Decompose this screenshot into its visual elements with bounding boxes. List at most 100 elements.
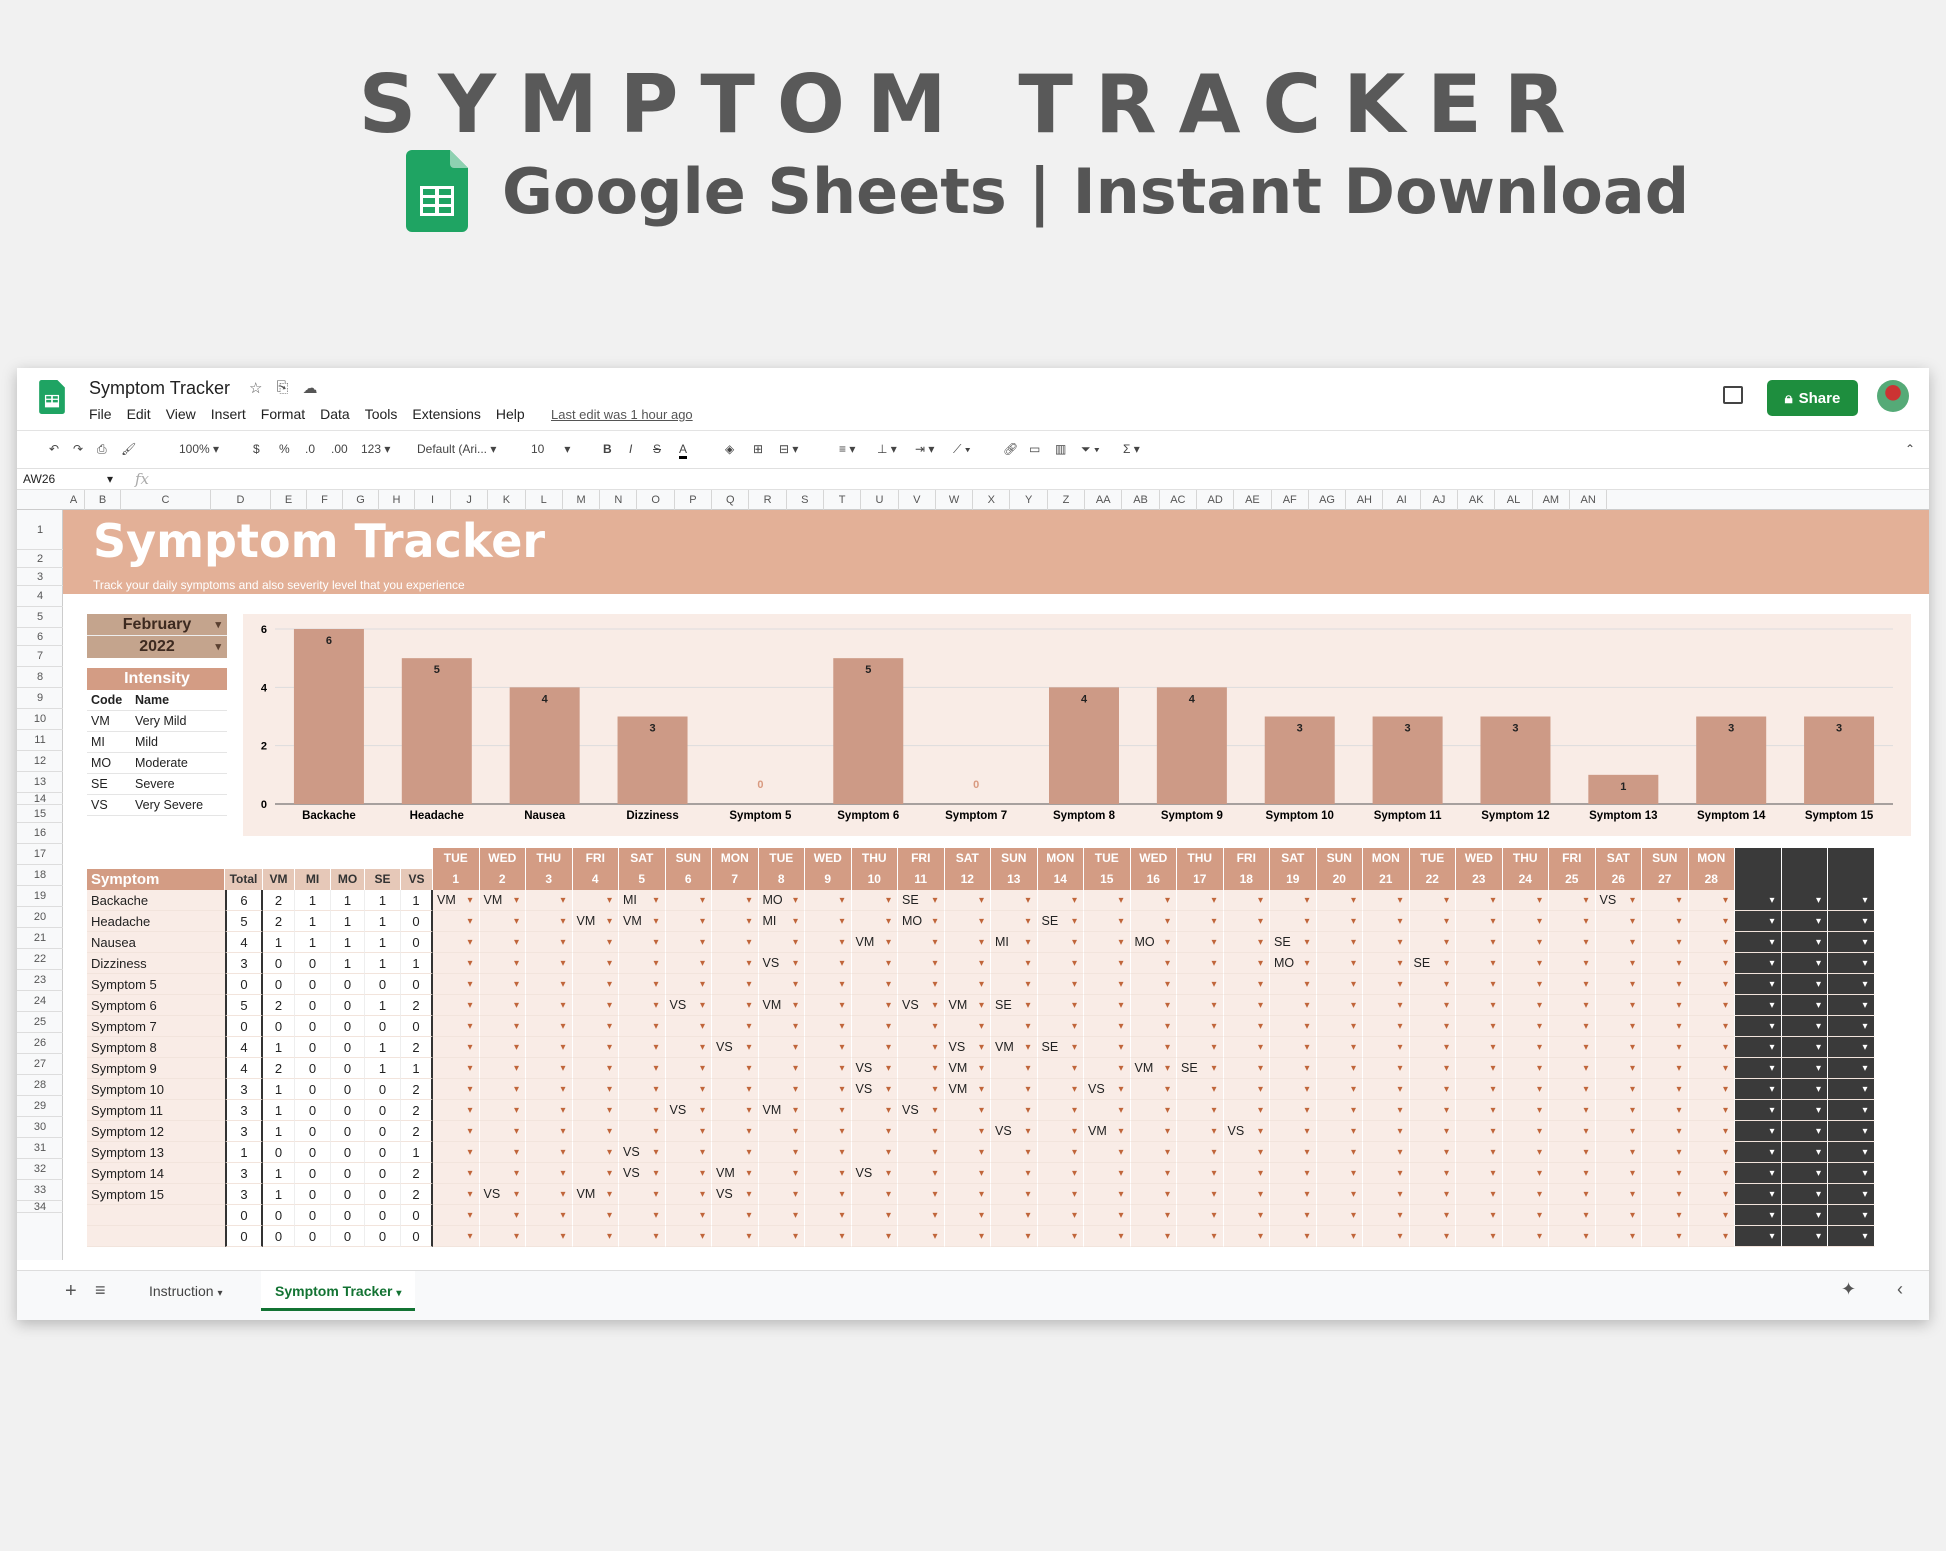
day-dropdown[interactable] <box>851 1142 898 1163</box>
day-dropdown[interactable] <box>805 1016 852 1037</box>
day-dropdown[interactable] <box>1270 890 1317 911</box>
day-dropdown[interactable] <box>851 1226 898 1247</box>
day-dropdown[interactable] <box>526 1079 573 1100</box>
tab-symptom-tracker[interactable]: Symptom Tracker ▾ <box>261 1271 416 1311</box>
day-dropdown[interactable] <box>1130 890 1177 911</box>
day-dropdown[interactable] <box>944 953 991 974</box>
day-dropdown[interactable] <box>1223 974 1270 995</box>
day-dropdown[interactable] <box>1549 932 1596 953</box>
row-header[interactable]: 28 <box>17 1075 63 1096</box>
symptom-name[interactable]: Backache <box>87 890 225 911</box>
day-dropdown-blank[interactable] <box>1828 1121 1875 1142</box>
day-dropdown[interactable] <box>1409 911 1456 932</box>
comment-history-icon[interactable] <box>1723 386 1743 404</box>
day-dropdown[interactable] <box>1688 1079 1735 1100</box>
day-dropdown[interactable] <box>712 1121 759 1142</box>
day-dropdown[interactable] <box>1270 1058 1317 1079</box>
day-dropdown-blank[interactable] <box>1735 995 1782 1016</box>
day-dropdown[interactable] <box>1084 1016 1131 1037</box>
font-select[interactable]: Default (Ari... ▾ <box>417 442 496 456</box>
day-dropdown-blank[interactable] <box>1735 1121 1782 1142</box>
day-dropdown[interactable] <box>1084 890 1131 911</box>
day-dropdown-blank[interactable] <box>1828 1037 1875 1058</box>
day-dropdown-blank[interactable] <box>1735 932 1782 953</box>
day-dropdown[interactable] <box>1270 974 1317 995</box>
day-dropdown[interactable] <box>1409 1121 1456 1142</box>
day-dropdown[interactable] <box>1549 1016 1596 1037</box>
day-dropdown[interactable] <box>1409 1205 1456 1226</box>
day-dropdown[interactable] <box>1642 890 1689 911</box>
day-dropdown[interactable] <box>991 1184 1038 1205</box>
day-dropdown-blank[interactable] <box>1735 1058 1782 1079</box>
day-dropdown[interactable] <box>479 1121 526 1142</box>
day-dropdown[interactable] <box>1177 1226 1224 1247</box>
day-dropdown[interactable] <box>1130 1079 1177 1100</box>
percent-button[interactable]: % <box>279 442 290 456</box>
day-dropdown[interactable] <box>1595 1100 1642 1121</box>
day-dropdown[interactable] <box>1130 953 1177 974</box>
day-dropdown[interactable] <box>1595 1205 1642 1226</box>
text-color-icon[interactable]: A <box>679 442 688 459</box>
day-dropdown[interactable] <box>1502 1205 1549 1226</box>
day-dropdown[interactable] <box>572 1016 619 1037</box>
day-dropdown[interactable] <box>1316 1226 1363 1247</box>
day-dropdown[interactable] <box>1595 1142 1642 1163</box>
day-dropdown[interactable] <box>1177 932 1224 953</box>
row-header[interactable]: 27 <box>17 1054 63 1075</box>
day-dropdown[interactable] <box>1270 911 1317 932</box>
day-dropdown-blank[interactable] <box>1781 1079 1828 1100</box>
day-dropdown[interactable] <box>712 1142 759 1163</box>
day-dropdown[interactable] <box>712 932 759 953</box>
day-dropdown[interactable] <box>758 1016 805 1037</box>
row-header[interactable]: 34 <box>17 1201 63 1213</box>
day-dropdown[interactable] <box>1130 974 1177 995</box>
day-dropdown[interactable] <box>619 995 666 1016</box>
day-dropdown[interactable] <box>1084 1226 1131 1247</box>
day-dropdown[interactable] <box>1502 932 1549 953</box>
day-dropdown[interactable]: VS <box>619 1142 666 1163</box>
column-header[interactable]: P <box>675 490 713 510</box>
font-size-select[interactable]: 10 ▾ <box>531 442 570 456</box>
row-header[interactable]: 18 <box>17 865 63 886</box>
row-header[interactable]: 8 <box>17 667 63 688</box>
day-dropdown[interactable] <box>479 1100 526 1121</box>
day-dropdown[interactable] <box>805 953 852 974</box>
day-dropdown[interactable] <box>1084 1142 1131 1163</box>
day-dropdown[interactable] <box>1549 911 1596 932</box>
day-dropdown-blank[interactable] <box>1781 1142 1828 1163</box>
day-dropdown[interactable] <box>1223 1037 1270 1058</box>
day-dropdown[interactable] <box>572 974 619 995</box>
day-dropdown[interactable] <box>1549 995 1596 1016</box>
day-dropdown[interactable] <box>433 911 480 932</box>
day-dropdown-blank[interactable] <box>1781 1037 1828 1058</box>
day-dropdown[interactable] <box>1270 1205 1317 1226</box>
day-dropdown[interactable] <box>1502 911 1549 932</box>
day-dropdown[interactable] <box>433 1058 480 1079</box>
day-dropdown[interactable] <box>1084 1058 1131 1079</box>
day-dropdown[interactable] <box>1595 974 1642 995</box>
menu-item-help[interactable]: Help <box>496 406 525 422</box>
day-dropdown[interactable] <box>1316 890 1363 911</box>
day-dropdown-blank[interactable] <box>1735 1037 1782 1058</box>
day-dropdown[interactable] <box>1130 1037 1177 1058</box>
day-dropdown[interactable] <box>1456 995 1503 1016</box>
currency-button[interactable]: $ <box>253 442 260 456</box>
day-dropdown[interactable] <box>1130 1016 1177 1037</box>
day-dropdown[interactable] <box>1037 1142 1084 1163</box>
day-dropdown[interactable] <box>1037 1121 1084 1142</box>
day-dropdown[interactable] <box>1316 1184 1363 1205</box>
day-dropdown[interactable] <box>898 974 945 995</box>
more-formats-button[interactable]: 123 ▾ <box>361 442 390 456</box>
day-dropdown[interactable] <box>1595 1226 1642 1247</box>
day-dropdown[interactable] <box>1223 890 1270 911</box>
day-dropdown[interactable] <box>572 1142 619 1163</box>
day-dropdown[interactable] <box>1456 1205 1503 1226</box>
row-header[interactable]: 10 <box>17 709 63 730</box>
day-dropdown[interactable] <box>1549 1121 1596 1142</box>
day-dropdown[interactable]: VM <box>619 911 666 932</box>
day-dropdown[interactable] <box>1130 1205 1177 1226</box>
day-dropdown[interactable] <box>1595 1184 1642 1205</box>
menu-item-view[interactable]: View <box>166 406 196 422</box>
day-dropdown[interactable] <box>898 1037 945 1058</box>
day-dropdown[interactable] <box>526 1184 573 1205</box>
